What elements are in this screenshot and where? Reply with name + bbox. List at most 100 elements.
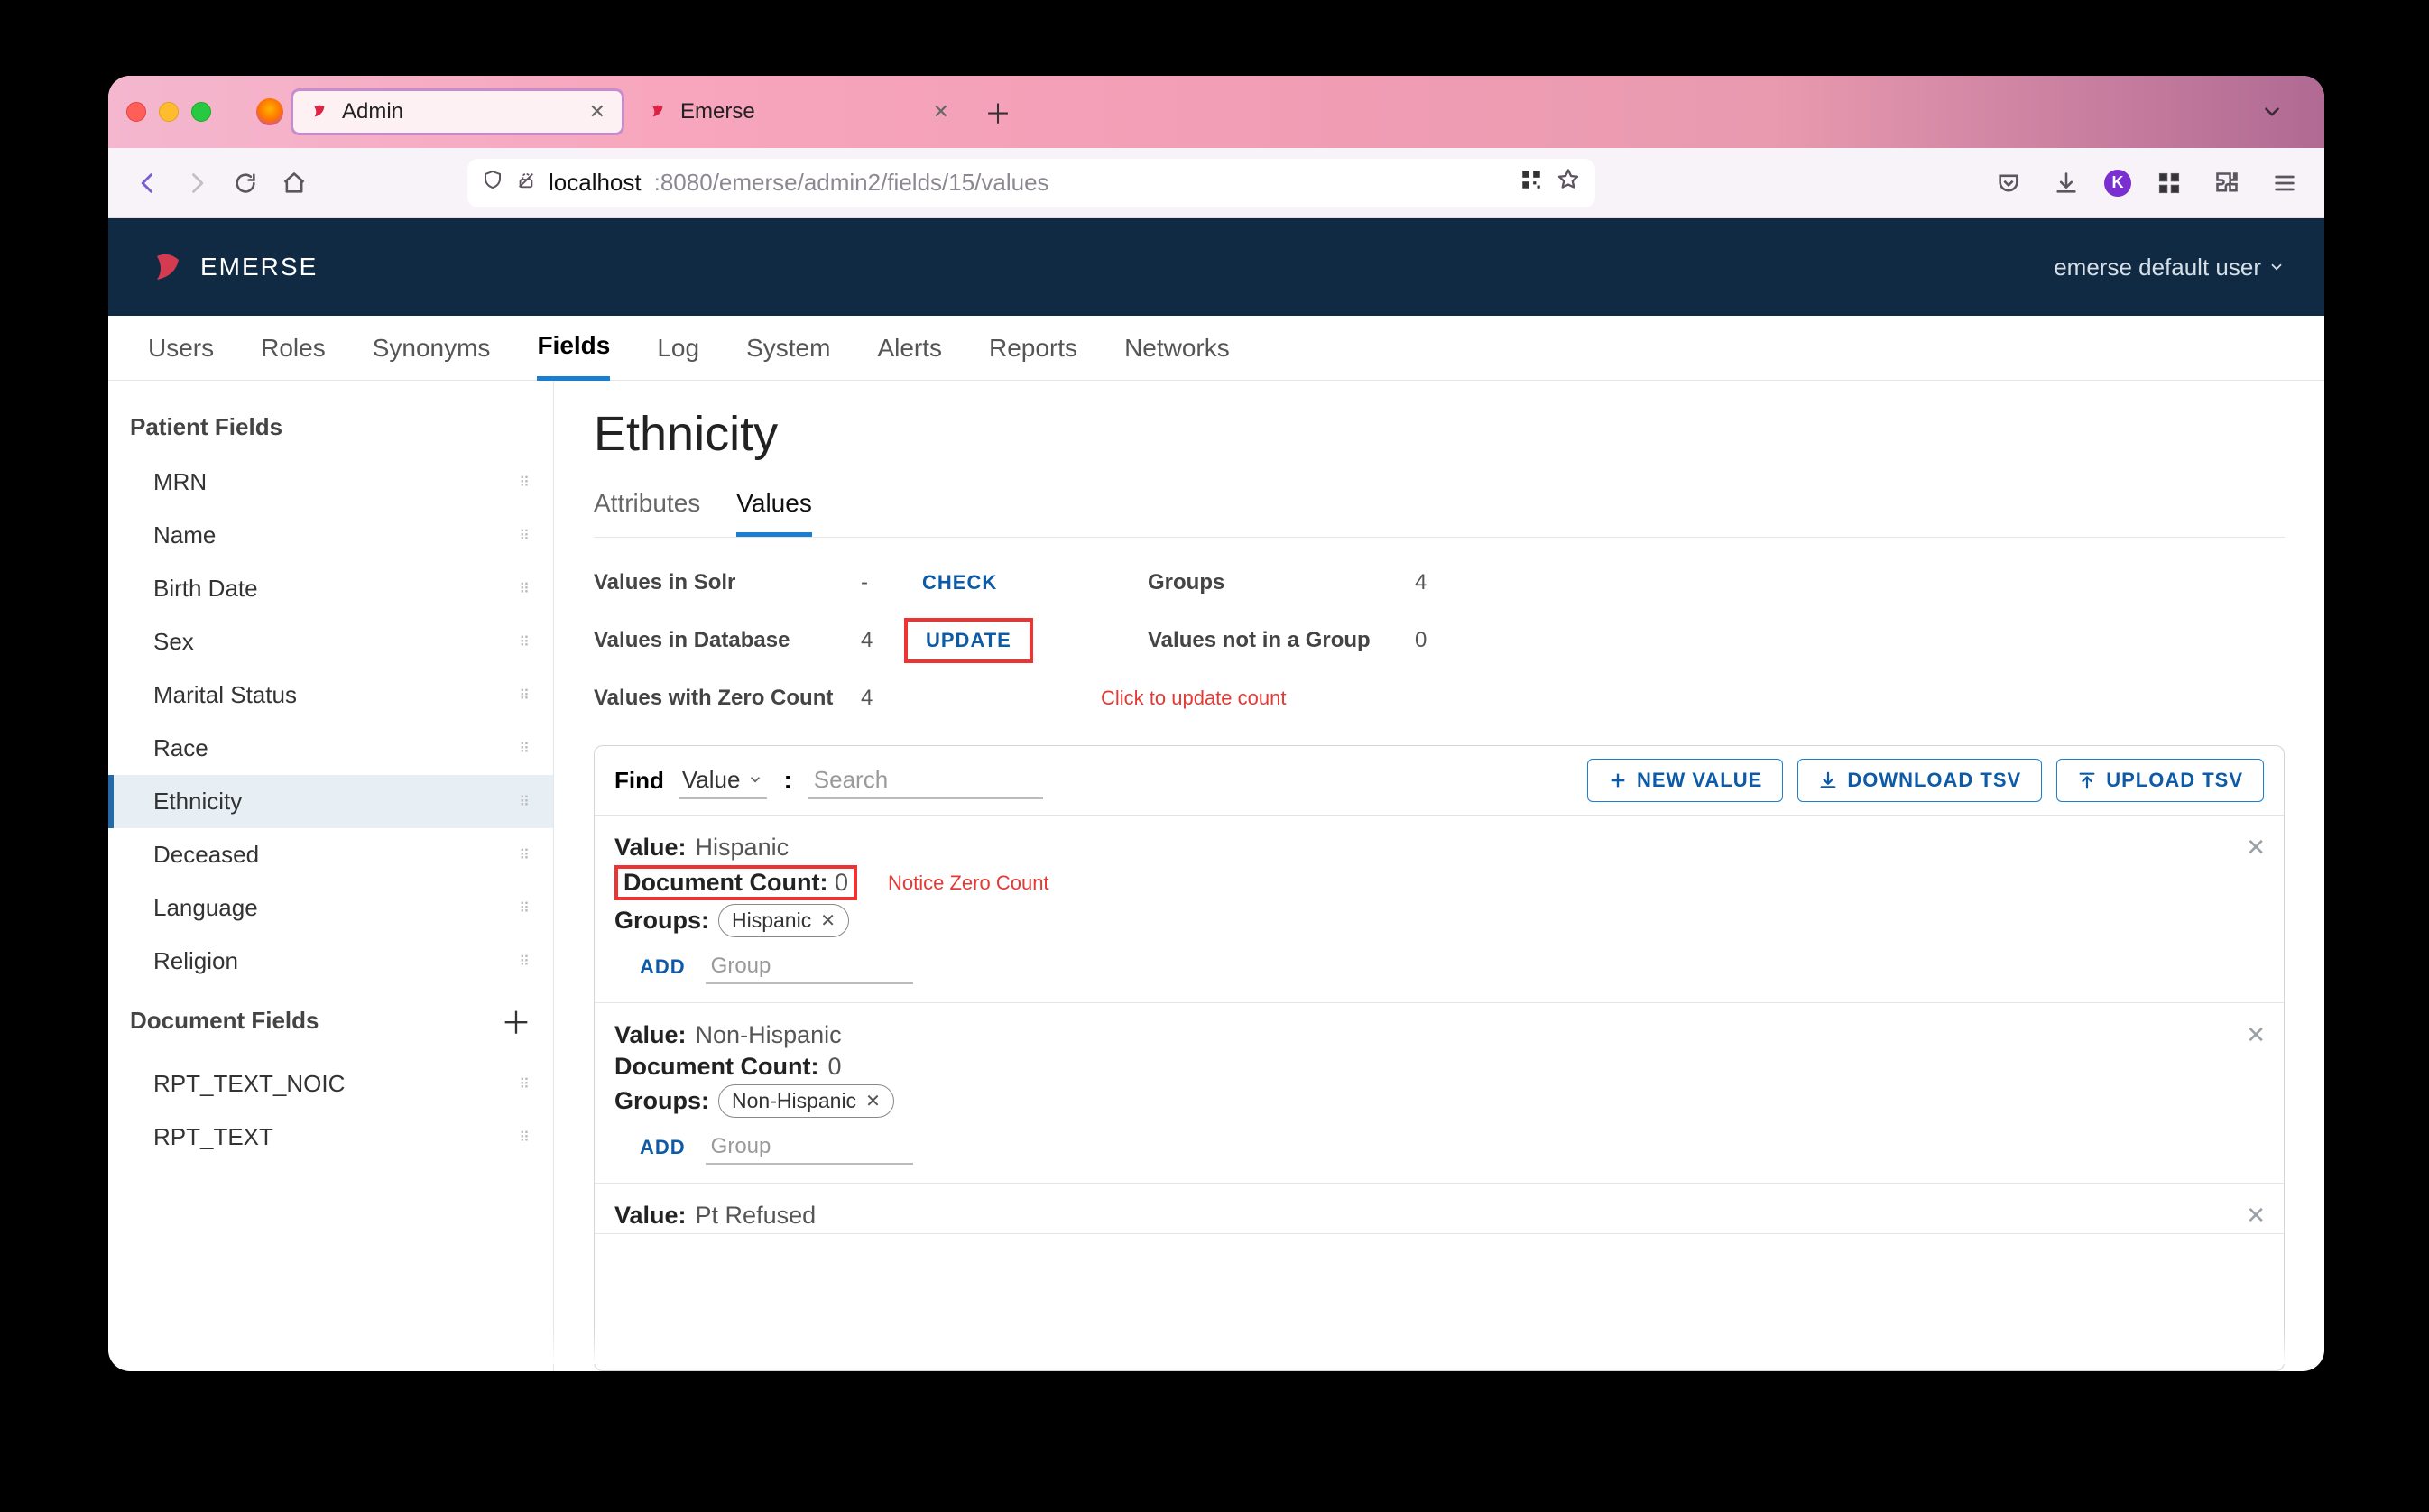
find-search-input[interactable] bbox=[808, 762, 1043, 799]
group-chip[interactable]: Hispanic✕ bbox=[718, 904, 849, 937]
sidebar-item-rpt-text-noic[interactable]: RPT_TEXT_NOIC⠿ bbox=[108, 1057, 553, 1111]
group-chip[interactable]: Non-Hispanic✕ bbox=[718, 1084, 894, 1118]
values-panel: Find Value : NEW VALUE DOWNLOAD TSV bbox=[594, 745, 2285, 1371]
drag-handle-icon[interactable]: ⠿ bbox=[519, 953, 531, 971]
doc-count-annotation: Notice Zero Count bbox=[888, 871, 1049, 895]
find-mode-dropdown[interactable]: Value bbox=[679, 762, 768, 799]
window-minimize-dot[interactable] bbox=[159, 102, 179, 122]
sidebar-item-birth-date[interactable]: Birth Date ⠿ bbox=[108, 562, 553, 615]
primary-nav: Users Roles Synonyms Fields Log System Alerts R… bbox=[108, 316, 2324, 381]
nav-tab-log[interactable]: Log bbox=[657, 318, 699, 379]
add-group-input[interactable] bbox=[706, 950, 913, 984]
stat-action-button[interactable]: UPDATE bbox=[904, 618, 1033, 663]
traffic-lights bbox=[126, 102, 211, 122]
url-host: localhost bbox=[549, 169, 642, 197]
user-menu[interactable]: emerse default user bbox=[2054, 254, 2285, 281]
new-value-button[interactable]: NEW VALUE bbox=[1587, 759, 1783, 802]
tab-close-icon[interactable]: ✕ bbox=[589, 100, 605, 124]
remove-chip-icon[interactable]: ✕ bbox=[865, 1090, 881, 1112]
puzzle-icon[interactable] bbox=[2207, 163, 2247, 203]
nav-tab-networks[interactable]: Networks bbox=[1124, 318, 1230, 379]
upload-tsv-button[interactable]: UPLOAD TSV bbox=[2056, 759, 2264, 802]
value-item: ✕Value: Non-HispanicDocument Count: 0Gro… bbox=[595, 1003, 2284, 1184]
subtab-attributes[interactable]: Attributes bbox=[594, 480, 700, 537]
nav-tab-fields[interactable]: Fields bbox=[537, 315, 610, 381]
downloads-icon[interactable] bbox=[2046, 163, 2086, 203]
nav-tab-users[interactable]: Users bbox=[148, 318, 214, 379]
app-body: Patient FieldsMRN⠿Name⠿Birth Date⠿Sex⠿Ma… bbox=[108, 381, 2324, 1371]
stat-value: 4 bbox=[1415, 570, 1458, 595]
hamburger-menu-icon[interactable] bbox=[2265, 163, 2304, 203]
remove-chip-icon[interactable]: ✕ bbox=[820, 909, 836, 932]
tab-close-icon[interactable]: ✕ bbox=[933, 100, 949, 124]
reload-button[interactable] bbox=[226, 163, 265, 203]
nav-tab-alerts[interactable]: Alerts bbox=[877, 318, 942, 379]
extension-k-badge[interactable]: K bbox=[2104, 170, 2131, 197]
sidebar-item-language[interactable]: Language ⠿ bbox=[108, 881, 553, 935]
subtab-values[interactable]: Values bbox=[736, 480, 812, 537]
doc-count-value: 0 bbox=[827, 1053, 841, 1081]
stat-annotation: Click to update count bbox=[1101, 687, 1286, 710]
user-name: emerse default user bbox=[2054, 254, 2261, 281]
sidebar-item-mrn[interactable]: MRN⠿ bbox=[108, 456, 553, 509]
sidebar-section-label: Document Fields bbox=[130, 1007, 319, 1035]
drag-handle-icon[interactable]: ⠿ bbox=[519, 740, 531, 758]
extensions-icon[interactable] bbox=[2149, 163, 2189, 203]
stat-label: Groups bbox=[1148, 570, 1415, 595]
tab-title: Emerse bbox=[680, 99, 755, 124]
value-item: Value: Pt Refused✕ bbox=[595, 1184, 2284, 1234]
add-group-button[interactable]: ADD bbox=[640, 955, 686, 979]
drag-handle-icon[interactable]: ⠿ bbox=[519, 580, 531, 598]
nav-tab-roles[interactable]: Roles bbox=[261, 318, 326, 379]
sidebar-item-race[interactable]: Race⠿ bbox=[108, 722, 553, 775]
back-button[interactable] bbox=[128, 163, 168, 203]
sidebar-item-rpt-text[interactable]: RPT_TEXT⠿ bbox=[108, 1111, 553, 1164]
browser-tab-emerse[interactable]: Emerse ✕ bbox=[632, 88, 965, 135]
drag-handle-icon[interactable]: ⠿ bbox=[519, 1075, 531, 1093]
remove-value-icon[interactable]: ✕ bbox=[2246, 1021, 2266, 1049]
stat-action-button[interactable]: CHECK bbox=[904, 564, 1015, 602]
drag-handle-icon[interactable]: ⠿ bbox=[519, 527, 531, 545]
drag-handle-icon[interactable]: ⠿ bbox=[519, 846, 531, 864]
drag-handle-icon[interactable]: ⠿ bbox=[519, 793, 531, 811]
pocket-icon[interactable] bbox=[1989, 163, 2028, 203]
home-button[interactable] bbox=[274, 163, 314, 203]
url-bar[interactable]: localhost:8080/emerse/admin2/fields/15/v… bbox=[467, 159, 1595, 207]
sidebar-item-religion[interactable]: Religion⠿ bbox=[108, 935, 553, 988]
drag-handle-icon[interactable]: ⠿ bbox=[519, 633, 531, 651]
window-close-dot[interactable] bbox=[126, 102, 146, 122]
shield-icon bbox=[482, 169, 503, 197]
remove-value-icon[interactable]: ✕ bbox=[2246, 1202, 2266, 1230]
value-key-label: Value: bbox=[614, 1021, 687, 1049]
remove-value-icon[interactable]: ✕ bbox=[2246, 834, 2266, 862]
app-logo[interactable]: EMERSE bbox=[148, 249, 318, 285]
sidebar-item-label: Birth Date bbox=[153, 575, 258, 603]
qr-icon[interactable] bbox=[1519, 168, 1543, 198]
nav-tab-reports[interactable]: Reports bbox=[989, 318, 1077, 379]
drag-handle-icon[interactable]: ⠿ bbox=[519, 474, 531, 492]
sidebar-item-sex[interactable]: Sex⠿ bbox=[108, 615, 553, 668]
drag-handle-icon[interactable]: ⠿ bbox=[519, 687, 531, 705]
download-tsv-button[interactable]: DOWNLOAD TSV bbox=[1797, 759, 2042, 802]
new-tab-button[interactable]: ＋ bbox=[980, 94, 1016, 130]
sidebar-item-name[interactable]: Name ⠿ bbox=[108, 509, 553, 562]
sidebar-item-marital-status[interactable]: Marital Status⠿ bbox=[108, 668, 553, 722]
add-field-icon[interactable]: ＋ bbox=[501, 999, 531, 1043]
window-zoom-dot[interactable] bbox=[191, 102, 211, 122]
browser-tab-admin[interactable]: Admin ✕ bbox=[291, 88, 624, 135]
bookmark-star-icon[interactable] bbox=[1556, 167, 1581, 198]
sidebar-item-deceased[interactable]: Deceased⠿ bbox=[108, 828, 553, 881]
drag-handle-icon[interactable]: ⠿ bbox=[519, 899, 531, 917]
nav-tab-synonyms[interactable]: Synonyms bbox=[373, 318, 491, 379]
add-group-input[interactable] bbox=[706, 1130, 913, 1165]
nav-tab-system[interactable]: System bbox=[746, 318, 830, 379]
sidebar-item-label: Name bbox=[153, 521, 216, 549]
groups-key-label: Groups: bbox=[614, 907, 709, 935]
stats-row: Values in Solr-CHECKGroups4 bbox=[594, 554, 2285, 612]
tabs-dropdown-icon[interactable] bbox=[2252, 92, 2292, 132]
drag-handle-icon[interactable]: ⠿ bbox=[519, 1129, 531, 1147]
add-group-button[interactable]: ADD bbox=[640, 1136, 686, 1159]
sidebar-item-label: Language bbox=[153, 894, 258, 922]
sidebar-item-ethnicity[interactable]: Ethnicity⠿ bbox=[108, 775, 553, 828]
sidebar-section-patient-fields: Patient Fields bbox=[108, 402, 553, 456]
